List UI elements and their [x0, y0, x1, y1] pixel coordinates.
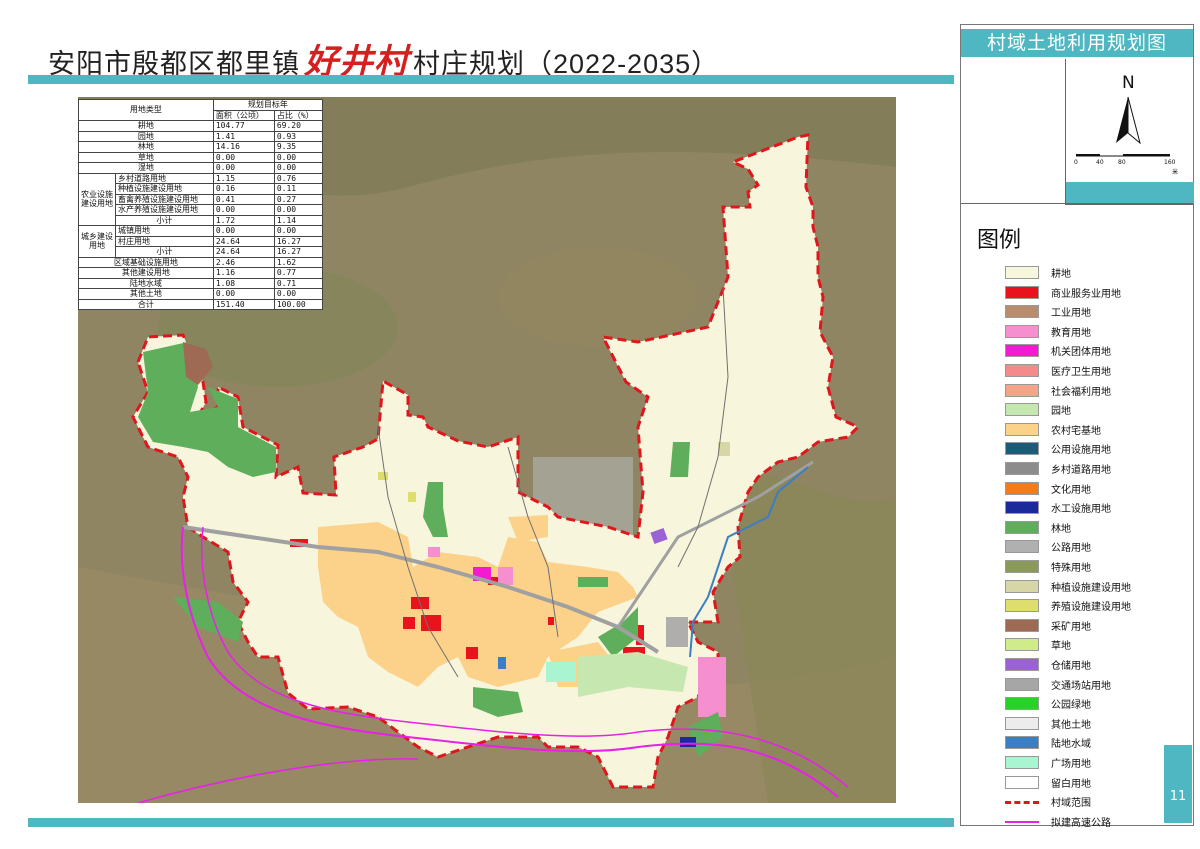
- table-row: 其他建设用地 1.16 0.77: [78, 267, 324, 279]
- legend-heading: 图例: [977, 228, 1022, 253]
- legend-label: 村域范围: [1051, 798, 1091, 810]
- legend-label: 林地: [1051, 523, 1071, 535]
- legend-label: 农村宅基地: [1051, 425, 1101, 437]
- legend-swatch: [1005, 344, 1039, 358]
- legend-swatch: [1005, 697, 1039, 711]
- table-group-agri: 农业设施建设用地: [78, 172, 116, 226]
- legend-swatch: [1005, 801, 1039, 805]
- scale-tick: 80: [1118, 159, 1126, 166]
- legend-label: 交通场站用地: [1051, 680, 1111, 692]
- legend-label: 公园绿地: [1051, 700, 1091, 712]
- legend-label: 种植设施建设用地: [1051, 582, 1131, 594]
- legend-label: 公用设施用地: [1051, 445, 1111, 457]
- legend-label: 广场用地: [1051, 759, 1091, 770]
- table-row: 小计 24.64 16.27: [79, 246, 324, 258]
- legend-swatch: [1005, 820, 1039, 823]
- table-row: 草地 0.00 0.00: [78, 151, 324, 163]
- legend-label: 特殊用地: [1051, 563, 1091, 574]
- table-head-area: 面积（公顷）: [212, 109, 275, 121]
- table-row: 林地 14.16 9.35: [78, 141, 324, 153]
- table-head-target: 规划目标年: [212, 99, 324, 111]
- table-row: 农业设施建设用地 乡村道路用地 1.15 0.76: [78, 172, 324, 226]
- legend-swatch: [1005, 658, 1039, 671]
- header-rule: [28, 75, 954, 84]
- legend-label: 公路用地: [1051, 543, 1091, 555]
- table-row: 其他土地 0.00 0.00: [78, 288, 324, 300]
- table-row: 畜禽养殖设施建设用地 0.41 0.27: [79, 193, 324, 205]
- legend-label: 园地: [1051, 406, 1071, 418]
- scale-unit: 米: [1172, 169, 1179, 176]
- legend-swatch: [1005, 756, 1039, 769]
- legend-label: 社会福利用地: [1051, 386, 1111, 398]
- legend-swatch: [1005, 422, 1039, 436]
- legend-swatch: [1005, 266, 1039, 279]
- table-row: 种植设施建设用地 0.16 0.11: [79, 183, 324, 195]
- compass-footer-band: [1066, 182, 1194, 204]
- table-row: 村庄用地 24.64 16.27: [79, 235, 324, 247]
- legend-swatch: [1005, 462, 1039, 475]
- legend: 图例 耕地商业服务业用地 工业用地教育用地机关团体用地 医疗卫生用地 社会福利用地 园地…: [961, 203, 1193, 829]
- legend-label: 陆地水域: [1051, 739, 1091, 751]
- table-row: 区域基础设施用地 2.46 1.62: [78, 256, 324, 268]
- table-row: 合计 151.40 100.00: [78, 298, 324, 310]
- legend-label: 工业用地: [1051, 308, 1091, 320]
- legend-swatch: [1005, 383, 1039, 397]
- legend-swatch: [1005, 677, 1039, 691]
- table-row: 耕地 104.77 69.20: [78, 120, 324, 132]
- table-head-ratio: 占比（%）: [273, 109, 324, 121]
- legend-label: 采矿用地: [1051, 621, 1091, 633]
- north-arrow-box: N 0 40 80 160 米: [1065, 59, 1194, 205]
- legend-label: 医疗卫生用地: [1051, 367, 1111, 378]
- legend-swatch: [1005, 481, 1039, 495]
- panel-title: 村域土地利用规划图: [961, 29, 1193, 57]
- legend-swatch: [1005, 560, 1039, 573]
- legend-swatch: [1005, 599, 1039, 613]
- legend-swatch: [1005, 501, 1039, 515]
- legend-swatch: [1005, 305, 1039, 319]
- legend-swatch: [1005, 618, 1039, 632]
- table-row: 湿地 0.00 0.00: [78, 162, 324, 174]
- legend-swatch: [1005, 403, 1039, 417]
- legend-swatch: [1005, 442, 1039, 456]
- table-row: 小计 1.72 1.14: [79, 214, 324, 226]
- legend-label: 乡村道路用地: [1051, 465, 1111, 476]
- legend-panel: 村域土地利用规划图 N 0 40 80 160 米 图例 耕地商业服务业用地 工业…: [960, 24, 1194, 829]
- legend-swatch: [1005, 775, 1039, 789]
- scale-tick: 160: [1164, 159, 1176, 166]
- footer-rule: [28, 818, 954, 827]
- legend-label: 养殖设施建设用地: [1051, 602, 1131, 614]
- legend-label: 教育用地: [1051, 327, 1091, 339]
- legend-swatch: [1005, 638, 1039, 652]
- table-row: 园地 1.41 0.93: [78, 130, 324, 142]
- scale-tick: 0: [1074, 159, 1078, 166]
- legend-label: 仓储用地: [1051, 661, 1091, 672]
- legend-label: 商业服务业用地: [1051, 288, 1121, 300]
- scale-tick: 40: [1096, 159, 1104, 166]
- table-row: 陆地水域 1.08 0.71: [78, 277, 324, 289]
- legend-label: 草地: [1051, 641, 1071, 653]
- legend-swatch: [1005, 579, 1039, 593]
- land-use-table: 用地类型 规划目标年 面积（公顷） 占比（%） 耕地 104.77 69.20 园地…: [78, 99, 324, 310]
- page-number: 11: [1164, 745, 1192, 823]
- legend-swatch: [1005, 324, 1039, 338]
- table-row: 城乡建设用地 城镇用地 0.00 0.00: [78, 225, 324, 258]
- legend-swatch: [1005, 540, 1039, 554]
- legend-swatch: [1005, 285, 1039, 299]
- table-head-type: 用地类型: [78, 99, 214, 121]
- legend-swatch: [1005, 520, 1039, 534]
- legend-swatch: [1005, 736, 1039, 750]
- legend-label: 耕地: [1051, 269, 1071, 280]
- table-group-urban: 城乡建设用地: [78, 225, 116, 258]
- legend-label: 水工设施用地: [1051, 504, 1111, 516]
- legend-swatch: [1005, 716, 1039, 730]
- legend-label: 拟建高速公路: [1051, 817, 1111, 829]
- table-row: 水产养殖设施建设用地 0.00 0.00: [79, 204, 324, 216]
- legend-label: 机关团体用地: [1051, 347, 1111, 359]
- legend-label: 留白用地: [1051, 778, 1091, 790]
- legend-label: 文化用地: [1051, 484, 1091, 496]
- legend-label: 其他土地: [1051, 719, 1091, 731]
- legend-swatch: [1005, 364, 1039, 377]
